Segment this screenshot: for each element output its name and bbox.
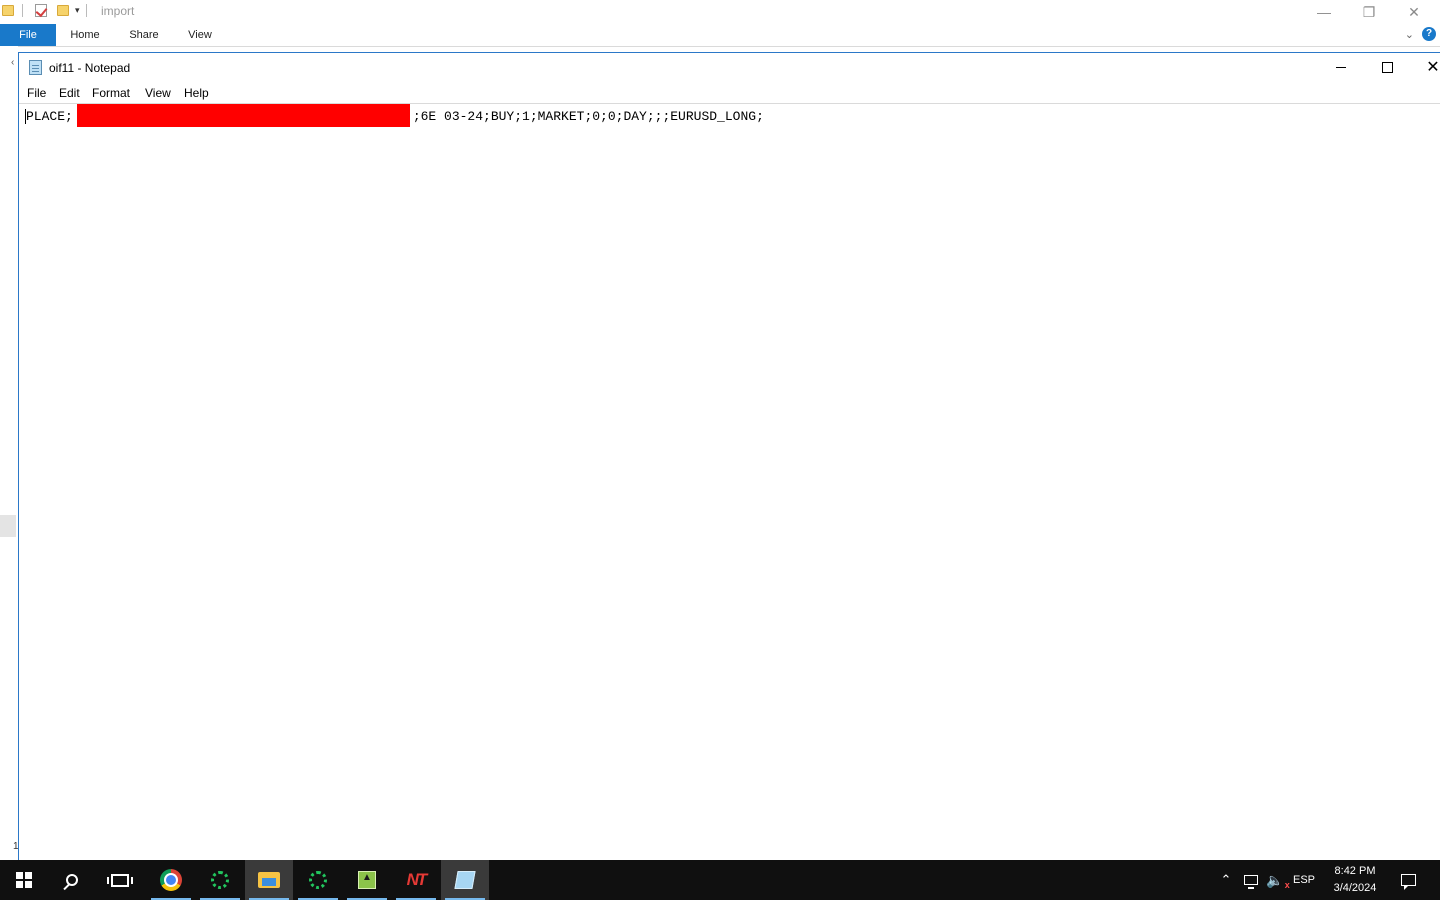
network-button[interactable] <box>1240 860 1262 900</box>
show-hidden-icons-button[interactable]: ⌃ <box>1214 860 1238 900</box>
menu-help[interactable]: Help <box>184 86 209 100</box>
menu-bar: File Edit Format View Help <box>19 83 1440 103</box>
minimize-button[interactable] <box>1318 53 1364 82</box>
text-editor-area[interactable]: PLACE; ;6E 03-24;BUY;1;MARKET;0;0;DAY;;;E… <box>19 103 1440 884</box>
text-suffix: ;6E 03-24;BUY;1;MARKET;0;0;DAY;;;EURUSD_… <box>412 109 764 124</box>
tab-file[interactable]: File <box>0 24 56 46</box>
notification-icon <box>1400 874 1416 890</box>
taskbar-file-explorer[interactable] <box>245 860 293 900</box>
back-chevron-icon[interactable]: ‹ <box>11 57 14 68</box>
tab-share[interactable]: Share <box>119 24 169 46</box>
taskbar-green-ring-app-2[interactable] <box>294 860 342 900</box>
green-app-icon <box>358 871 376 889</box>
green-ring-icon <box>211 871 229 889</box>
minimize-button[interactable]: — <box>1301 0 1347 24</box>
close-icon: ✕ <box>1426 58 1440 76</box>
windows-icon <box>16 872 32 888</box>
chrome-icon <box>160 869 182 891</box>
file-explorer-icon <box>258 872 280 888</box>
expand-ribbon-icon[interactable]: ⌄ <box>1405 28 1414 41</box>
close-button[interactable]: ✕ <box>1410 53 1440 82</box>
folder-icon <box>2 5 14 16</box>
properties-icon[interactable] <box>35 4 47 17</box>
maximize-button[interactable] <box>1364 53 1410 82</box>
notepad-icon <box>29 60 42 75</box>
clock[interactable]: 8:42 PM 3/4/2024 <box>1330 863 1380 897</box>
action-center-button[interactable] <box>1394 860 1422 900</box>
green-ring-icon <box>309 871 327 889</box>
restore-button[interactable]: ❐ <box>1346 0 1392 24</box>
search-icon <box>66 874 78 886</box>
clock-time: 8:42 PM <box>1334 865 1376 877</box>
window-title: import <box>101 4 135 18</box>
selected-item-highlight[interactable] <box>0 515 16 537</box>
quick-access-toolbar: ▾ <box>2 4 87 17</box>
window-title: oif11 - Notepad <box>49 61 131 75</box>
chevron-up-icon: ⌃ <box>1220 872 1232 887</box>
search-button[interactable] <box>48 860 96 900</box>
customize-dropdown-icon[interactable]: ▾ <box>75 5 80 16</box>
taskbar-chrome[interactable] <box>147 860 195 900</box>
language-indicator[interactable]: ESP <box>1290 860 1318 900</box>
ninjatrader-icon: NT <box>406 870 428 889</box>
notepad-window: oif11 - Notepad ✕ File Edit Format View … <box>18 52 1440 884</box>
volume-button[interactable]: 🔈 x <box>1264 860 1290 900</box>
start-button[interactable] <box>0 860 48 900</box>
taskbar: NT ⌃ 🔈x ESP 8:42 PM 3/4/2024 <box>0 860 1440 900</box>
taskbar-green-ring-app[interactable] <box>196 860 244 900</box>
menu-edit[interactable]: Edit <box>59 86 80 100</box>
ribbon-tabs: File Home Share View ⌄ <box>0 24 1440 47</box>
maximize-icon <box>1381 62 1393 73</box>
toolbar-separator <box>22 4 23 17</box>
close-button[interactable]: ✕ <box>1391 0 1437 24</box>
toolbar-separator <box>85 4 87 17</box>
taskbar-ninjatrader[interactable]: NT <box>392 860 440 900</box>
minimize-icon <box>1336 67 1346 68</box>
task-view-icon <box>107 873 133 887</box>
explorer-titlebar: ▾ import — ❐ ✕ <box>0 0 1440 24</box>
menu-file[interactable]: File <box>27 86 46 100</box>
menu-view[interactable]: View <box>145 86 171 100</box>
navigation-pane <box>0 46 18 860</box>
volume-muted-icon: 🔈 x <box>1266 871 1290 890</box>
taskbar-green-app[interactable] <box>343 860 391 900</box>
notepad-titlebar[interactable]: oif11 - Notepad ✕ <box>19 53 1440 82</box>
taskbar-notepad[interactable] <box>441 860 489 900</box>
tab-view[interactable]: View <box>175 24 225 46</box>
text-prefix: PLACE; <box>26 109 73 124</box>
clock-date: 3/4/2024 <box>1333 882 1377 894</box>
redaction-box <box>77 104 410 127</box>
task-view-button[interactable] <box>96 860 144 900</box>
tab-home[interactable]: Home <box>60 24 110 46</box>
network-icon <box>1244 875 1258 889</box>
new-folder-icon[interactable] <box>57 5 69 16</box>
notepad-icon <box>454 871 476 889</box>
menu-format[interactable]: Format <box>92 86 130 100</box>
help-icon[interactable]: ? <box>1422 27 1436 41</box>
